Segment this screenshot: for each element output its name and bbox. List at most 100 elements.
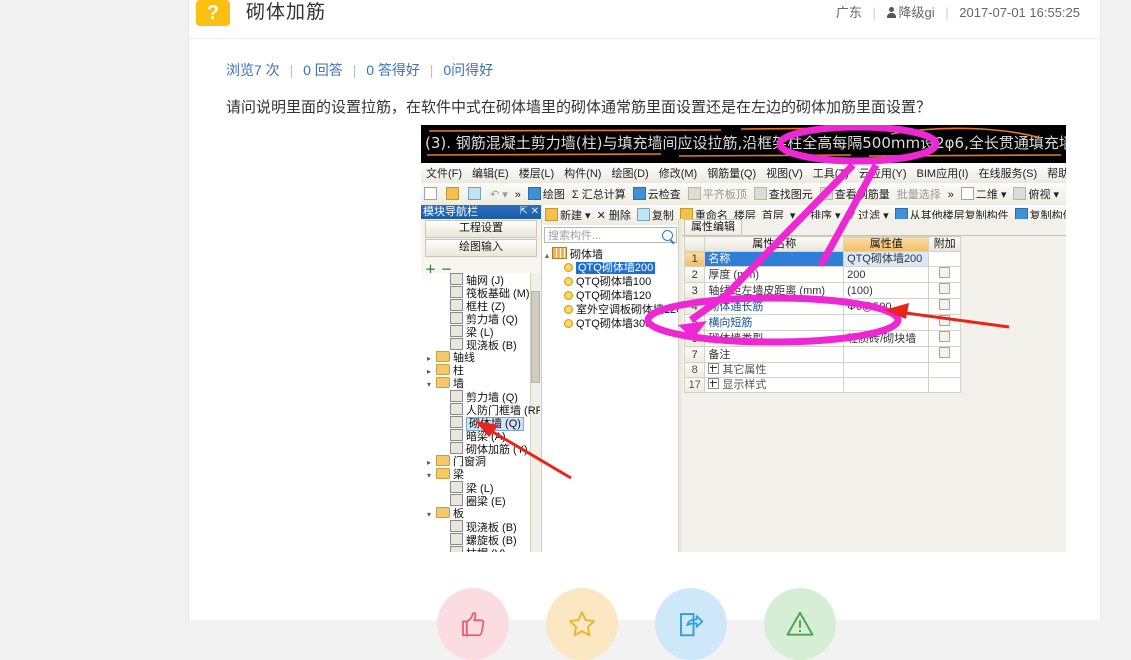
- report-button[interactable]: [764, 588, 836, 660]
- tree-node[interactable]: ▾ 梁: [421, 468, 540, 481]
- component-copy-button[interactable]: 复制: [634, 205, 677, 223]
- tree-node[interactable]: 轴网 (J): [421, 273, 540, 287]
- toolbar-viewrebar-button[interactable]: 查看钢筋量: [817, 183, 894, 202]
- tree-node[interactable]: 砌体加筋 (Y): [421, 442, 540, 456]
- toolbar-findelement-button[interactable]: 查找图元: [751, 183, 817, 202]
- property-value[interactable]: [843, 346, 930, 363]
- property-row[interactable]: 3 轴线距左墙皮距离 (mm) (100): [683, 282, 961, 299]
- search-icon[interactable]: [662, 230, 673, 241]
- tree-node[interactable]: ▾ 板: [421, 507, 540, 520]
- panel-pin-close-icons[interactable]: ⇱ ✕: [519, 205, 539, 219]
- property-name-cell[interactable]: 显示样式: [704, 377, 845, 393]
- menu-item-online[interactable]: 在线服务(S): [973, 164, 1042, 181]
- component-delete-button[interactable]: ✕ 删除: [594, 206, 634, 223]
- component-items[interactable]: ▴ 砌体墙 QTQ砌体墙200 QTQ砌体墙100 QTQ砌体墙120 室外空调板砌体墙…: [542, 247, 682, 331]
- property-attach-cell[interactable]: [928, 282, 961, 299]
- attach-checkbox[interactable]: [939, 315, 951, 326]
- tree-node[interactable]: 柱帽 (V): [421, 546, 540, 552]
- property-name-cell[interactable]: 厚度 (mm): [704, 266, 845, 283]
- attach-checkbox[interactable]: [939, 299, 951, 310]
- tree-node[interactable]: 螺旋板 (B): [421, 533, 540, 547]
- property-row[interactable]: 8 其它属性: [683, 362, 961, 378]
- tree-node[interactable]: 现浇板 (B): [421, 338, 540, 352]
- tree-node[interactable]: 暗梁 (A): [421, 429, 540, 443]
- property-name-cell[interactable]: 名称: [704, 251, 845, 267]
- tree-node[interactable]: 现浇板 (B): [421, 520, 540, 534]
- component-list-item[interactable]: QTQ砌体墙100: [542, 275, 681, 289]
- favorite-button[interactable]: [546, 588, 618, 660]
- property-name-cell[interactable]: 砌体通长筋: [704, 298, 845, 315]
- menu-item-bim[interactable]: BIM应用(I): [912, 164, 974, 181]
- attach-checkbox[interactable]: [939, 283, 951, 294]
- menu-item-view[interactable]: 视图(V): [761, 164, 808, 181]
- tree-node[interactable]: 剪力墙 (Q): [421, 390, 540, 404]
- property-row[interactable]: 5 横向短筋: [683, 314, 961, 331]
- tree-node[interactable]: 人防门框墙 (RF): [421, 403, 540, 417]
- property-value[interactable]: 200: [843, 266, 930, 283]
- menu-item-cloud[interactable]: 云应用(Y): [854, 164, 912, 181]
- component-tree[interactable]: 轴网 (J) 筏板基础 (M) 框柱 (Z) 剪力墙 (Q) 梁 (L) 现浇板 (B) ▸…: [421, 273, 540, 552]
- property-value[interactable]: (100): [843, 282, 930, 299]
- component-root-node[interactable]: ▴ 砌体墙: [542, 247, 681, 261]
- property-row[interactable]: 17 显示样式: [683, 377, 961, 393]
- toolbar-cloudcheck-button[interactable]: 云检查: [630, 183, 685, 202]
- save-file-icon[interactable]: [465, 183, 487, 202]
- toolbar-dynamic-button[interactable]: 动: [1063, 184, 1066, 202]
- property-name-cell[interactable]: 其它属性: [704, 362, 845, 378]
- app-menubar[interactable]: 文件(F) 编辑(E) 楼层(L) 构件(N) 绘图(D) 修改(M) 钢筋量(Q) 视图(V…: [421, 163, 1066, 184]
- expand-icon[interactable]: [708, 363, 720, 374]
- property-attach-cell[interactable]: [928, 266, 961, 283]
- menu-item-modify[interactable]: 修改(M): [654, 164, 703, 181]
- app-toolbar-primary[interactable]: ↶ ▾» 绘图 Σ 汇总计算 云检查 平齐板顶 查找图元 查看钢筋量 批量选择» 二维 ▾ 俯视 …: [421, 183, 1066, 206]
- property-name-cell[interactable]: 备注: [704, 346, 845, 363]
- toolbar-overflow-2[interactable]: »: [945, 184, 958, 202]
- tab-property-editor[interactable]: 属性编辑: [684, 219, 742, 236]
- username-label[interactable]: 降级gi: [899, 5, 935, 20]
- toolbar-flushtop-button[interactable]: 平齐板顶: [685, 183, 751, 202]
- tree-node[interactable]: ▾ 墙: [421, 377, 540, 390]
- menu-item-floor[interactable]: 楼层(L): [514, 164, 559, 181]
- menu-item-help[interactable]: 帮助(H): [1042, 164, 1066, 181]
- expand-icon[interactable]: [708, 378, 720, 389]
- attach-checkbox[interactable]: [939, 267, 951, 278]
- properties-table[interactable]: 属性名称 属性值 附加 1 名称 QTQ砌体墙200 2 厚度 (mm) 200 3 轴线距左…: [683, 236, 961, 393]
- property-row[interactable]: 2 厚度 (mm) 200: [683, 266, 961, 283]
- toolbar-batchselect-button[interactable]: 批量选择: [894, 184, 945, 202]
- search-component-input[interactable]: 搜索构件...: [544, 227, 677, 243]
- like-button[interactable]: [437, 588, 509, 660]
- tree-node[interactable]: 剪力墙 (Q): [421, 312, 540, 326]
- attached-screenshot[interactable]: (3). 钢筋混凝土剪力墙(柱)与填充墙间应设拉筋,沿框架柱全高每隔500mm设…: [421, 125, 1066, 552]
- property-attach-cell[interactable]: [928, 251, 961, 267]
- property-row[interactable]: 1 名称 QTQ砌体墙200: [683, 251, 961, 267]
- property-name-cell[interactable]: 轴线距左墙皮距离 (mm): [704, 282, 845, 299]
- property-value[interactable]: QTQ砌体墙200: [843, 251, 930, 267]
- tree-node[interactable]: 梁 (L): [421, 481, 540, 495]
- toolbar-topview-button[interactable]: 俯视 ▾: [1010, 183, 1063, 202]
- tree-node[interactable]: 筏板基础 (M): [421, 286, 540, 300]
- nav-button-project-settings[interactable]: 工程设置: [425, 220, 537, 238]
- open-file-icon[interactable]: [443, 183, 465, 202]
- tree-node[interactable]: 梁 (L): [421, 325, 540, 339]
- property-value[interactable]: [843, 314, 930, 331]
- tree-node-list[interactable]: 轴网 (J) 筏板基础 (M) 框柱 (Z) 剪力墙 (Q) 梁 (L) 现浇板 (B) ▸…: [421, 273, 540, 552]
- property-row[interactable]: 7 备注: [683, 346, 961, 363]
- new-file-icon[interactable]: [421, 183, 443, 202]
- menu-item-edit[interactable]: 编辑(E): [467, 164, 514, 181]
- property-name-cell[interactable]: 横向短筋: [704, 314, 845, 331]
- undo-icon[interactable]: ↶ ▾: [487, 184, 512, 202]
- component-list-item[interactable]: QTQ砌体墙200: [542, 261, 681, 275]
- property-attach-cell[interactable]: [928, 362, 961, 378]
- toolbar-2d-button[interactable]: 二维 ▾: [958, 183, 1011, 202]
- tree-node[interactable]: ▸ 门窗洞: [421, 455, 540, 468]
- tree-node[interactable]: 砌体墙 (Q): [421, 416, 540, 431]
- component-list-item[interactable]: QTQ砌体墙120: [542, 289, 681, 303]
- toolbar-summary-button[interactable]: Σ 汇总计算: [569, 184, 630, 202]
- toolbar-draw-button[interactable]: 绘图: [525, 183, 569, 202]
- menu-item-tools[interactable]: 工具(T): [808, 164, 854, 181]
- property-attach-cell[interactable]: [928, 377, 961, 393]
- tree-node[interactable]: ▸ 柱: [421, 364, 540, 377]
- property-attach-cell[interactable]: [928, 314, 961, 331]
- chevron-down-icon[interactable]: ▴: [542, 249, 552, 263]
- property-name-cell[interactable]: 砌体墙类型: [704, 330, 845, 347]
- tree-node[interactable]: 圈梁 (E): [421, 494, 540, 508]
